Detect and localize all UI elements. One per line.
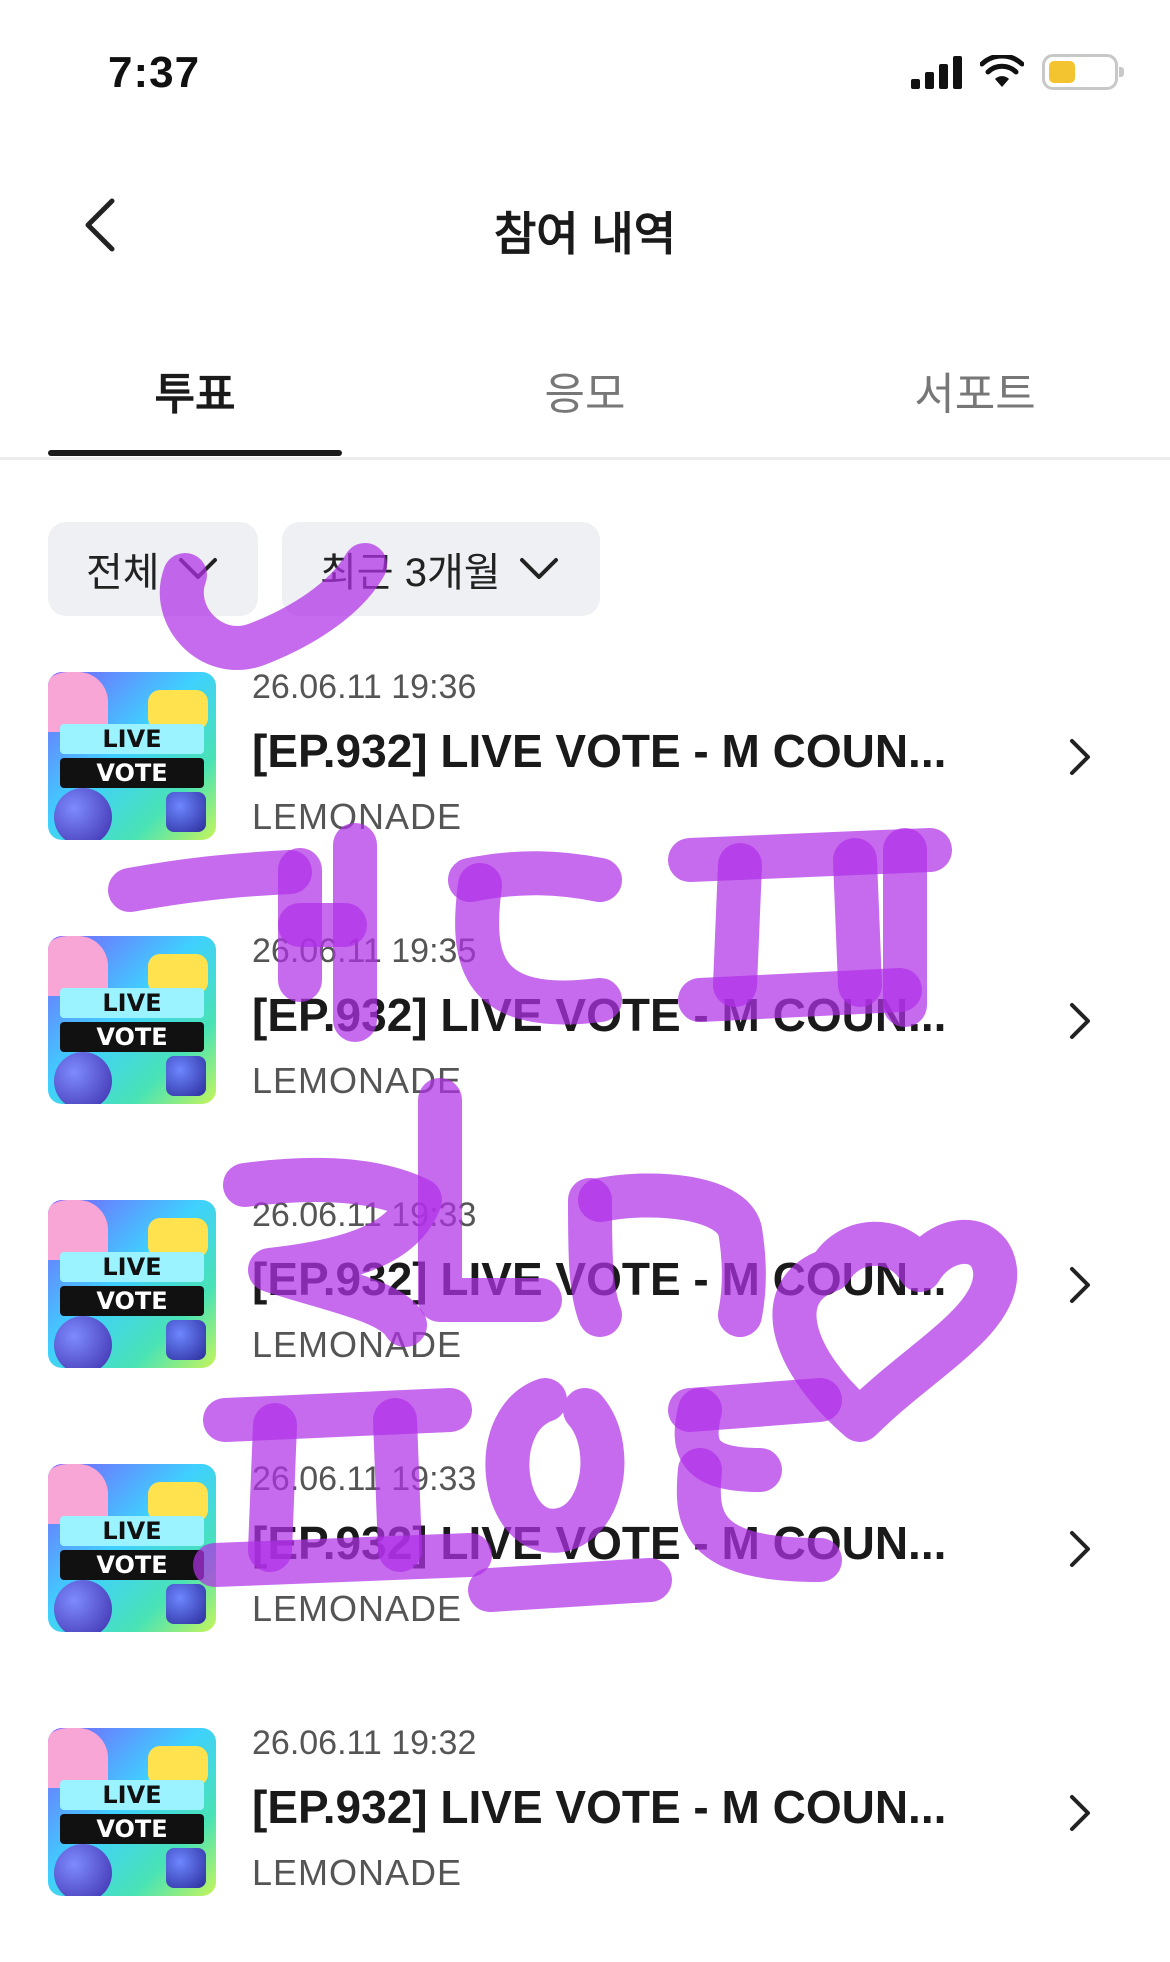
filter-bar: 전체 최근 3개월 bbox=[48, 522, 600, 616]
item-title: [EP.932] LIVE VOTE - M COUN... bbox=[252, 1781, 947, 1833]
item-date: 26.06.11 19:33 bbox=[252, 1460, 477, 1498]
thumbnail-text-live: LIVE bbox=[60, 724, 204, 754]
thumbnail-text-vote: VOTE bbox=[60, 1022, 204, 1052]
item-org: LEMONADE bbox=[252, 1060, 463, 1101]
active-tab-indicator bbox=[48, 450, 342, 456]
chevron-right-icon bbox=[1060, 1788, 1100, 1838]
item-title: [EP.932] LIVE VOTE - M COUN... bbox=[252, 1253, 947, 1305]
filter-period-dropdown[interactable]: 최근 3개월 bbox=[282, 522, 600, 616]
item-org: LEMONADE bbox=[252, 1588, 463, 1629]
status-icons bbox=[911, 54, 1124, 90]
filter-period-label: 최근 3개월 bbox=[320, 551, 501, 595]
chevron-down-icon bbox=[178, 558, 217, 579]
live-vote-thumbnail: LIVE VOTE bbox=[48, 936, 216, 1104]
list-item[interactable]: LIVE VOTE 26.06.11 19:33 [EP.932] LIVE V… bbox=[0, 1196, 1170, 1460]
live-vote-thumbnail: LIVE VOTE bbox=[48, 1728, 216, 1896]
chevron-right-icon bbox=[1060, 1260, 1100, 1310]
item-date: 26.06.11 19:32 bbox=[252, 1724, 477, 1762]
tab-vote[interactable]: 투표 bbox=[0, 330, 390, 457]
item-date: 26.06.11 19:33 bbox=[252, 1196, 477, 1234]
tab-support[interactable]: 서포트 bbox=[780, 330, 1170, 457]
list-item[interactable]: LIVE VOTE 26.06.11 19:35 [EP.932] LIVE V… bbox=[0, 932, 1170, 1196]
list-item[interactable]: LIVE VOTE 26.06.11 19:32 [EP.932] LIVE V… bbox=[0, 1724, 1170, 1962]
live-vote-thumbnail: LIVE VOTE bbox=[48, 1200, 216, 1368]
thumbnail-text-live: LIVE bbox=[60, 1516, 204, 1546]
thumbnail-text-vote: VOTE bbox=[60, 1814, 204, 1844]
item-date: 26.06.11 19:36 bbox=[252, 668, 477, 706]
page-title: 참여 내역 bbox=[493, 208, 677, 260]
tab-bar: 투표 응모 서포트 bbox=[0, 330, 1170, 460]
thumbnail-text-vote: VOTE bbox=[60, 758, 204, 788]
status-time: 7:37 bbox=[108, 48, 201, 97]
thumbnail-text-live: LIVE bbox=[60, 988, 204, 1018]
thumbnail-text-live: LIVE bbox=[60, 1780, 204, 1810]
item-title: [EP.932] LIVE VOTE - M COUN... bbox=[252, 989, 947, 1041]
item-title: [EP.932] LIVE VOTE - M COUN... bbox=[252, 725, 947, 777]
chevron-right-icon bbox=[1060, 996, 1100, 1046]
header: 참여 내역 bbox=[0, 150, 1170, 300]
live-vote-thumbnail: LIVE VOTE bbox=[48, 1464, 216, 1632]
filter-type-label: 전체 bbox=[86, 551, 160, 595]
chevron-right-icon bbox=[1060, 732, 1100, 782]
signal-icon bbox=[911, 55, 962, 89]
vote-history-list: LIVE VOTE 26.06.11 19:36 [EP.932] LIVE V… bbox=[0, 668, 1170, 1962]
item-org: LEMONADE bbox=[252, 1324, 463, 1365]
tab-entry[interactable]: 응모 bbox=[390, 330, 780, 457]
chevron-down-icon bbox=[519, 558, 558, 579]
filter-type-dropdown[interactable]: 전체 bbox=[48, 522, 258, 616]
list-item[interactable]: LIVE VOTE 26.06.11 19:36 [EP.932] LIVE V… bbox=[0, 668, 1170, 932]
status-bar: 7:37 bbox=[0, 0, 1170, 150]
thumbnail-text-live: LIVE bbox=[60, 1252, 204, 1282]
list-item[interactable]: LIVE VOTE 26.06.11 19:33 [EP.932] LIVE V… bbox=[0, 1460, 1170, 1724]
wifi-icon bbox=[980, 55, 1024, 87]
thumbnail-text-vote: VOTE bbox=[60, 1550, 204, 1580]
live-vote-thumbnail: LIVE VOTE bbox=[48, 672, 216, 840]
item-date: 26.06.11 19:35 bbox=[252, 932, 477, 970]
chevron-right-icon bbox=[1060, 1524, 1100, 1574]
item-title: [EP.932] LIVE VOTE - M COUN... bbox=[252, 1517, 947, 1569]
item-org: LEMONADE bbox=[252, 1852, 463, 1893]
thumbnail-text-vote: VOTE bbox=[60, 1286, 204, 1316]
battery-icon bbox=[1042, 54, 1124, 90]
item-org: LEMONADE bbox=[252, 796, 463, 837]
